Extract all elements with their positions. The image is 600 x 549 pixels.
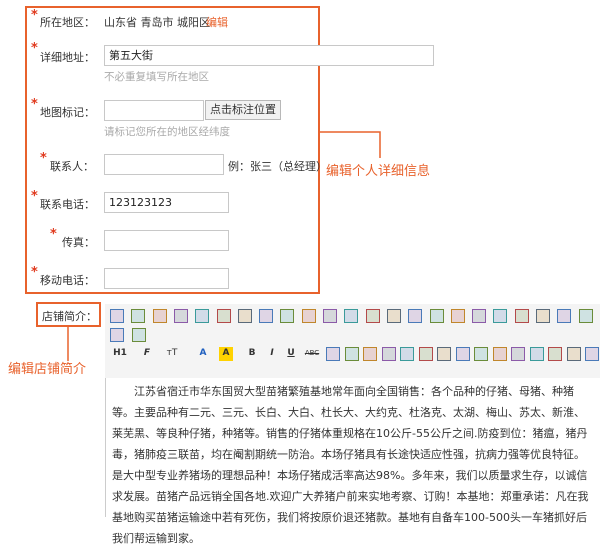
copy-icon[interactable] [259,309,274,323]
contact-label: 联系人： [50,160,94,173]
shop-intro-label: 店铺简介： [42,310,97,323]
region-edit-link[interactable]: 编辑 [206,14,228,30]
image-icon[interactable] [344,347,359,361]
editor-content: 江苏省宿迁市华东国贸大型苗猪繁殖基地常年面向全国销售：各个品种的仔猪、母猪、种猪… [112,385,589,545]
address-label: 详细地址： [40,51,95,64]
paste-word-icon[interactable] [323,309,337,323]
mark-location-button[interactable]: 点击标注位置 [205,100,281,120]
phone-label: 联系电话： [40,198,95,211]
required-mark: * [50,227,57,242]
required-mark: * [31,189,38,204]
unordered-list-icon[interactable] [450,309,465,323]
font-size-button[interactable]: тT [163,347,181,361]
redo-icon[interactable] [152,309,167,323]
required-mark: * [31,97,38,112]
hr-icon[interactable] [418,347,433,361]
contact-input[interactable] [104,154,224,175]
map-label: 地图标记： [40,106,95,119]
emoticon-icon[interactable] [437,347,451,361]
paste-text-icon[interactable] [301,309,316,323]
required-mark: * [40,151,47,166]
paste-icon[interactable] [280,309,295,323]
required-mark: * [31,265,38,280]
italic-button[interactable]: I [265,347,279,361]
required-mark: * [31,41,38,56]
map-coords-input[interactable] [104,100,204,121]
outdent-icon[interactable] [493,309,508,323]
media-icon[interactable] [381,347,396,361]
justify-full-icon[interactable] [408,309,423,323]
justify-right-icon[interactable] [386,309,401,323]
subscript-icon[interactable] [514,309,529,323]
undo-icon[interactable] [131,309,146,323]
mobile-label: 移动电话： [40,274,95,287]
underline-button[interactable]: U [284,347,298,361]
personal-info-annotation: 编辑个人详细信息 [326,164,431,179]
shop-intro-annotation: 编辑店铺简介 [8,362,87,377]
font-family-button[interactable]: F [140,347,154,361]
heading-button[interactable]: H1 [110,347,130,361]
shop-intro-editor[interactable]: 江苏省宿迁市华东国贸大型苗猪繁殖基地常年面向全国销售：各个品种的仔猪、母猪、种猪… [105,378,600,545]
source-icon[interactable] [110,309,124,323]
bold-button[interactable]: B [245,347,259,361]
fax-label: 传真： [62,236,95,249]
superscript-icon[interactable] [536,309,550,323]
required-mark: * [31,8,38,23]
justify-left-icon[interactable] [344,309,359,323]
address-input[interactable]: 第五大街 [104,45,434,66]
unlink-icon[interactable] [511,347,525,361]
mobile-input[interactable] [104,268,229,289]
fax-input[interactable] [104,230,229,251]
print-icon[interactable] [195,309,210,323]
preview-icon[interactable] [173,309,188,323]
special-char-icon[interactable] [529,347,544,361]
link-icon[interactable] [492,347,507,361]
help-icon[interactable] [585,347,599,361]
fullscreen-icon[interactable] [132,328,146,342]
font-color-button[interactable]: A [196,347,210,361]
anchor-icon[interactable] [474,347,488,361]
strikethrough-button[interactable]: ABC [302,347,322,361]
pagebreak-icon[interactable] [548,347,562,361]
cut-icon[interactable] [237,309,252,323]
region-value: 山东省 青岛市 城阳区 [104,16,210,29]
select-icon[interactable] [110,328,124,342]
region-label: 所在地区： [40,16,95,29]
indent-icon[interactable] [472,309,487,323]
table-icon[interactable] [400,347,414,361]
eraser-icon[interactable] [326,347,340,361]
map-icon[interactable] [455,347,470,361]
phone-input[interactable]: 123123123 [104,192,229,213]
template-icon[interactable] [216,309,231,323]
flash-icon[interactable] [363,347,377,361]
ordered-list-icon[interactable] [429,309,444,323]
contact-example: 例：张三（总经理） [228,160,327,173]
bg-color-button[interactable]: A [219,347,233,361]
insert-file-icon[interactable] [566,347,581,361]
address-hint: 不必重复填写所在地区 [104,71,209,83]
clear-format-icon[interactable] [557,309,572,323]
justify-center-icon[interactable] [365,309,380,323]
select-all-icon[interactable] [578,309,593,323]
map-hint: 请标记您所在的地区经纬度 [104,126,230,138]
